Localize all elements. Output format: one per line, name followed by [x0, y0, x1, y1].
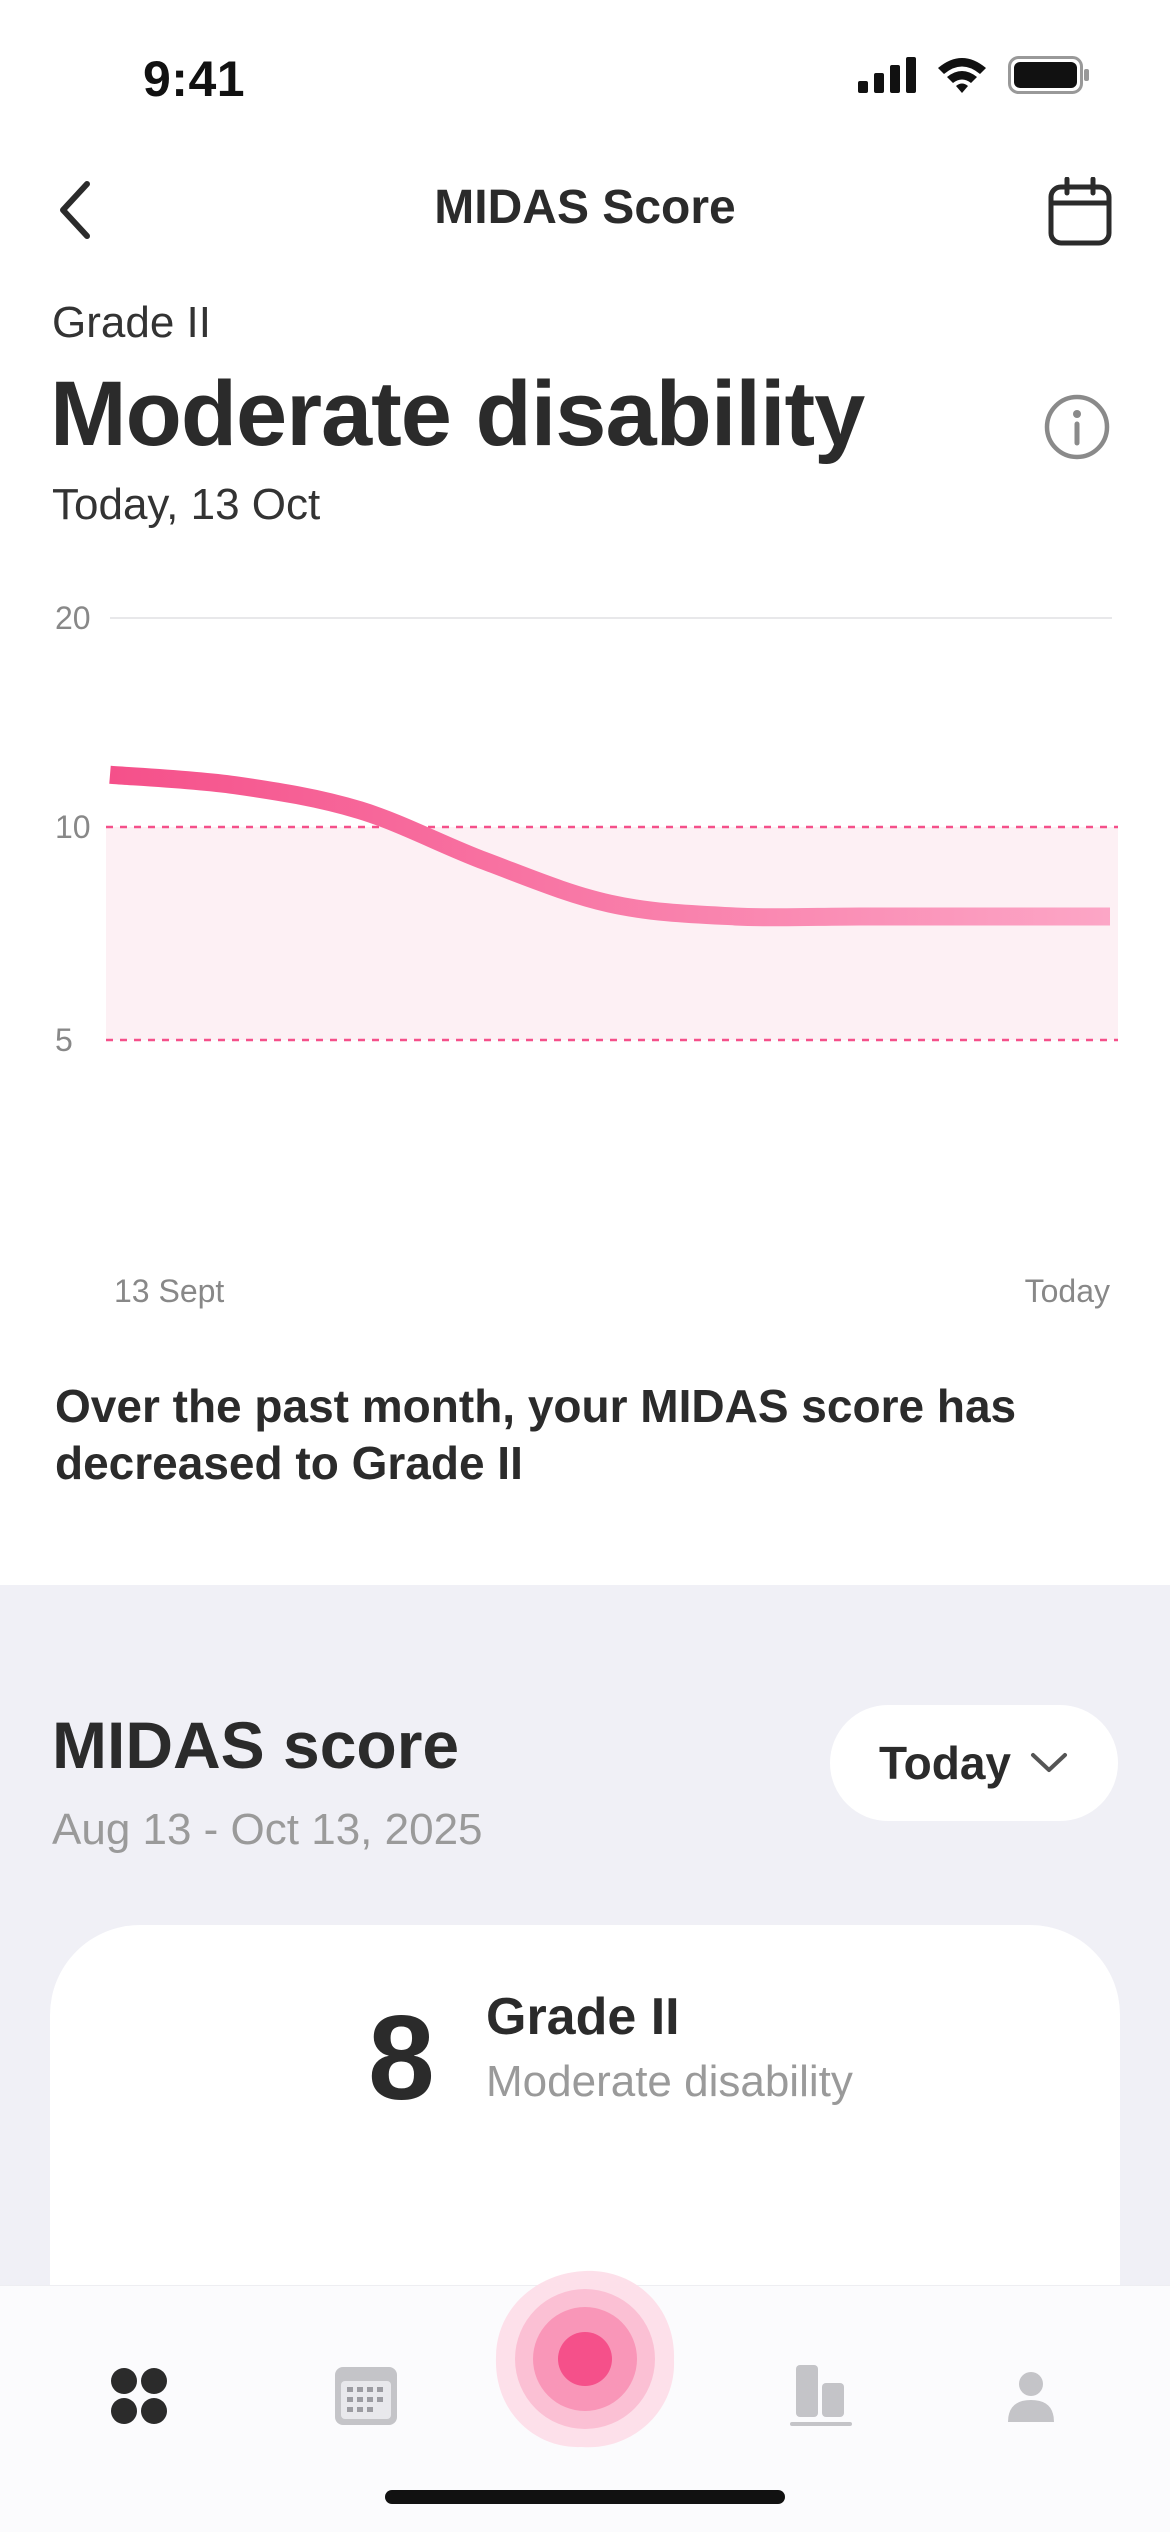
tab-profile[interactable] [981, 2346, 1081, 2446]
y-tick-label: 20 [55, 600, 91, 636]
info-button[interactable] [1040, 390, 1114, 464]
wifi-icon [938, 58, 986, 93]
calendar-button[interactable] [1040, 172, 1120, 252]
record-button[interactable] [490, 2265, 680, 2455]
y-tick-label: 5 [55, 1022, 73, 1058]
tab-stats[interactable] [771, 2346, 871, 2446]
chart-svg: 20 10 5 13 Sept Today [55, 600, 1118, 1309]
page-title: MIDAS Score [434, 181, 736, 234]
disability-headline: Moderate disability [50, 363, 865, 465]
midas-trend-chart: 20 10 5 13 Sept Today [0, 580, 1170, 1320]
dashboard-icon [111, 2368, 167, 2424]
y-tick-label: 10 [55, 809, 91, 845]
score-value: 8 [368, 1991, 435, 2125]
tab-calendar[interactable] [316, 2346, 416, 2446]
status-time: 9:41 [143, 51, 246, 107]
section-title: MIDAS score [52, 1708, 460, 1782]
stats-icon [790, 2365, 852, 2426]
status-icons [858, 56, 1090, 94]
calendar-grid-icon [335, 2367, 397, 2425]
period-dropdown-label: Today [878, 1737, 1012, 1789]
grade-label: Grade II [52, 298, 211, 347]
nav-bar: MIDAS Score [0, 160, 1170, 260]
tab-dashboard[interactable] [89, 2346, 189, 2446]
x-tick-label-end: Today [1025, 1273, 1110, 1309]
profile-icon [1008, 2372, 1054, 2422]
trend-summary: Over the past month, your MIDAS score ha… [55, 1380, 1017, 1489]
home-indicator [385, 2490, 785, 2504]
score-description: Moderate disability [486, 2057, 853, 2106]
section-date-range: Aug 13 - Oct 13, 2025 [52, 1805, 483, 1854]
calendar-icon [1048, 177, 1112, 246]
battery-icon [1008, 56, 1089, 94]
signal-icon [858, 57, 916, 93]
date-label: Today, 13 Oct [52, 480, 321, 529]
score-grade: Grade II [486, 1988, 680, 2046]
target-band [106, 827, 1118, 1040]
record-icon [495, 2270, 675, 2448]
info-icon [1044, 394, 1110, 460]
period-dropdown[interactable]: Today [830, 1705, 1118, 1821]
chevron-down-icon [1031, 1753, 1068, 1772]
status-bar: 9:41 [0, 0, 1170, 150]
x-tick-label-start: 13 Sept [114, 1273, 224, 1309]
